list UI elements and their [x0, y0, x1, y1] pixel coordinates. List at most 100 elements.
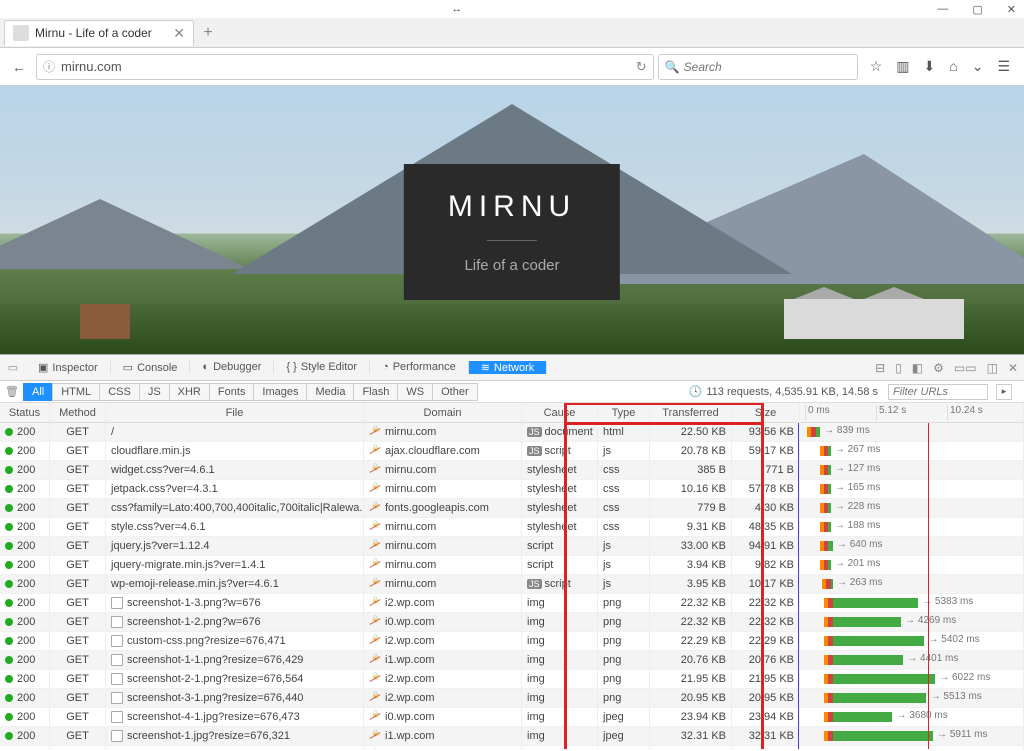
insecure-icon — [369, 692, 381, 704]
status-code: 200 — [17, 483, 35, 495]
reload-button[interactable]: ↻ — [636, 59, 647, 75]
filter-xhr[interactable]: XHR — [169, 383, 210, 401]
close-devtools-button[interactable]: ✕ — [1008, 361, 1018, 375]
table-row[interactable]: 200GET/mirnu.comJSdocumenthtml22.50 KB93… — [0, 423, 1024, 442]
table-row[interactable]: 200GETcloudflare.min.jsajax.cloudflare.c… — [0, 442, 1024, 461]
status-dot-icon — [5, 580, 13, 588]
status-dot-icon — [5, 713, 13, 721]
table-row[interactable]: 200GETscreenshot-2.jpg?resize=676,311i1.… — [0, 746, 1024, 749]
header-status[interactable]: Status — [0, 403, 50, 422]
filter-all[interactable]: All — [23, 383, 53, 401]
file-thumbnail-icon — [111, 635, 123, 647]
iframe-selector-button[interactable]: ▭ — [0, 361, 26, 374]
domain: i1.wp.com — [385, 654, 435, 666]
network-table[interactable]: Status Method File Domain Cause Type Tra… — [0, 403, 1024, 749]
new-tab-button[interactable]: + — [194, 20, 222, 46]
filter-js[interactable]: JS — [139, 383, 170, 401]
waterfall-cell: → 640 ms — [800, 537, 1024, 555]
timing-label: → 267 ms — [835, 444, 881, 455]
domain: mirnu.com — [385, 559, 436, 571]
filter-media[interactable]: Media — [306, 383, 354, 401]
bookmark-star-icon[interactable]: ☆ — [870, 58, 883, 75]
url-box[interactable]: ⓘ mirnu.com ↻ — [36, 54, 654, 80]
filter-flash[interactable]: Flash — [353, 383, 398, 401]
file-name: jquery-migrate.min.js?ver=1.4.1 — [111, 559, 265, 571]
status-dot-icon — [5, 504, 13, 512]
cause: img — [527, 730, 545, 742]
menu-icon[interactable]: ☰ — [997, 58, 1010, 75]
downloads-icon[interactable]: ⬇ — [924, 58, 936, 75]
size: 22.29 KB — [732, 632, 800, 650]
clear-button[interactable]: 🗑 — [0, 381, 24, 402]
browser-tab[interactable]: Mirnu - Life of a coder ✕ — [4, 20, 194, 46]
hero-title: MIRNU — [448, 190, 576, 224]
header-type[interactable]: Type — [598, 403, 650, 422]
table-row[interactable]: 200GETscreenshot-4-1.jpg?resize=676,473i… — [0, 708, 1024, 727]
file-name: screenshot-1-2.png?w=676 — [127, 616, 261, 628]
table-row[interactable]: 200GETscreenshot-1-1.png?resize=676,429i… — [0, 651, 1024, 670]
table-row[interactable]: 200GETwp-emoji-release.min.js?ver=4.6.1m… — [0, 575, 1024, 594]
status-code: 200 — [17, 578, 35, 590]
header-timeline[interactable]: 0 ms 5.12 s 10.24 s — [800, 403, 1024, 422]
devtools-tab-network[interactable]: ≋Network — [469, 361, 548, 374]
waterfall-cell: → 5402 ms — [800, 632, 1024, 650]
table-row[interactable]: 200GETscreenshot-2-1.png?resize=676,564i… — [0, 670, 1024, 689]
table-row[interactable]: 200GETstyle.css?ver=4.6.1mirnu.comstyles… — [0, 518, 1024, 537]
pocket-icon[interactable]: ⌄ — [972, 58, 984, 75]
devtools-tab-style-editor[interactable]: { }Style Editor — [274, 361, 370, 373]
table-row[interactable]: 200GETjquery-migrate.min.js?ver=1.4.1mir… — [0, 556, 1024, 575]
table-row[interactable]: 200GETjquery.js?ver=1.12.4mirnu.comscrip… — [0, 537, 1024, 556]
filter-css[interactable]: CSS — [99, 383, 140, 401]
header-method[interactable]: Method — [50, 403, 106, 422]
status-code: 200 — [17, 692, 35, 704]
header-size[interactable]: Size — [732, 403, 800, 422]
maximize-button[interactable]: ▢ — [972, 3, 982, 16]
header-cause[interactable]: Cause — [522, 403, 598, 422]
settings-gear-icon[interactable]: ⚙ — [933, 361, 944, 375]
file-thumbnail-icon — [111, 616, 123, 628]
table-row[interactable]: 200GETscreenshot-1-2.png?w=676i0.wp.comi… — [0, 613, 1024, 632]
search-box[interactable]: 🔍 — [658, 54, 858, 80]
table-row[interactable]: 200GETcss?family=Lato:400,700,400italic,… — [0, 499, 1024, 518]
filter-other[interactable]: Other — [432, 383, 478, 401]
filter-toggle-button[interactable]: ▸ — [996, 384, 1012, 400]
search-input[interactable] — [684, 60, 851, 74]
status-dot-icon — [5, 694, 13, 702]
close-tab-button[interactable]: ✕ — [173, 25, 185, 42]
timing-label: → 5513 ms — [931, 691, 982, 702]
timing-label: → 839 ms — [824, 425, 870, 436]
filter-ws[interactable]: WS — [397, 383, 433, 401]
table-row[interactable]: 200GETjetpack.css?ver=4.3.1mirnu.comstyl… — [0, 480, 1024, 499]
dock-side-icon[interactable]: ◧ — [912, 361, 923, 375]
back-button[interactable]: ← — [6, 54, 32, 80]
devtools-tab-performance[interactable]: ◔Performance — [370, 361, 469, 373]
filter-images[interactable]: Images — [253, 383, 307, 401]
responsive-design-icon[interactable]: ▯ — [895, 361, 902, 375]
table-row[interactable]: 200GETscreenshot-1.jpg?resize=676,321i1.… — [0, 727, 1024, 746]
filter-urls-input[interactable] — [888, 384, 988, 400]
split-console-icon[interactable]: ⊟ — [875, 361, 885, 375]
toolbox-options-icon[interactable]: ▭▭ — [954, 361, 977, 375]
site-info-icon[interactable]: ⓘ — [43, 58, 55, 75]
home-icon[interactable]: ⌂ — [949, 58, 957, 75]
library-icon[interactable]: ▥ — [896, 58, 909, 75]
table-row[interactable]: 200GETscreenshot-3-1.png?resize=676,440i… — [0, 689, 1024, 708]
filter-fonts[interactable]: Fonts — [209, 383, 255, 401]
cause: img — [527, 616, 545, 628]
minimize-button[interactable]: — — [937, 3, 948, 15]
table-row[interactable]: 200GETcustom-css.png?resize=676,471i2.wp… — [0, 632, 1024, 651]
table-row[interactable]: 200GETwidget.css?ver=4.6.1mirnu.comstyle… — [0, 461, 1024, 480]
close-window-button[interactable]: ✕ — [1007, 3, 1016, 16]
header-transferred[interactable]: Transferred — [650, 403, 732, 422]
insecure-icon — [369, 445, 381, 457]
devtools-tab-inspector[interactable]: ▣Inspector — [26, 361, 111, 374]
type: js — [598, 442, 650, 460]
filter-html[interactable]: HTML — [52, 383, 100, 401]
devtools-tab-console[interactable]: ▭Console — [111, 361, 191, 374]
insecure-icon — [369, 673, 381, 685]
dock-window-icon[interactable]: ◫ — [987, 361, 998, 375]
table-row[interactable]: 200GETscreenshot-1-3.png?w=676i2.wp.comi… — [0, 594, 1024, 613]
header-file[interactable]: File — [106, 403, 364, 422]
devtools-tab-debugger[interactable]: ◐Debugger — [190, 361, 274, 373]
header-domain[interactable]: Domain — [364, 403, 522, 422]
